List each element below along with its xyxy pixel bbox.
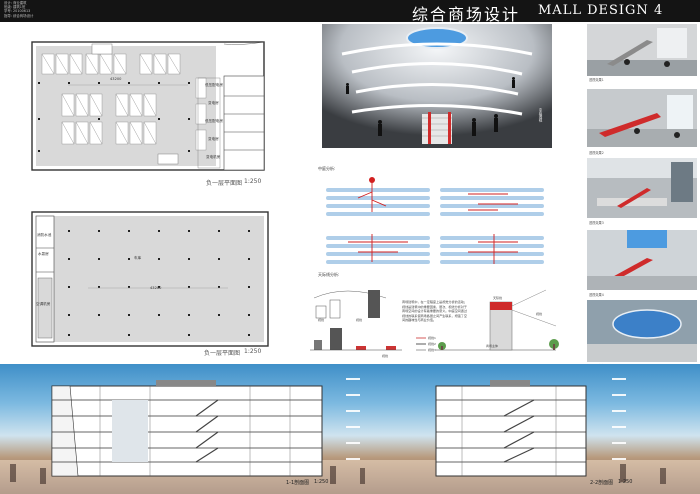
plan-b1-scale: 1:250 [244,178,262,185]
legend-item: 视线3 [428,348,436,352]
info-line: 指导: 综合商场设计 [4,13,34,18]
perspective-thumb-3 [587,158,697,218]
entrance-thumb [587,300,697,362]
sub-label: 视线 [318,318,325,322]
thumb-image [587,89,697,147]
atrium-render-image [322,24,552,148]
info-line: 学号: 20100613 [4,9,31,14]
room-label: 低压配电房 [205,83,223,87]
sightline-paragraph: 商场建筑中，在一定程度上是视觉分析的活动；视线是建筑中的重要因素，层次、视线分析… [402,300,467,323]
room-label: 变电房 [208,137,219,141]
room-label: 车库 [134,256,142,260]
thumb-label: 透视效果4 [589,293,604,297]
plan-b2-scale: 1:250 [244,348,262,355]
bar-label: 商场主体 [486,344,499,348]
sub-label: 视线 [536,312,543,316]
title-chinese: 综合商场设计 [412,5,521,24]
perspective-thumb-4 [587,230,697,290]
room-label: 水泵房 [38,252,49,256]
project-info: 设计: 商业建筑 班级: 建筑1班 学号: 20100613 指导: 综合商场设… [4,1,33,18]
room-label: 空调机房 [36,302,51,306]
dimension-label: 43200 [110,77,122,81]
plan-b1-title: 负一层平面图 [206,180,243,187]
room-label: 低压配电房 [205,119,223,123]
plan-b1-drawing [31,41,265,171]
bar-label: 天际线 [493,296,503,300]
section-right-scale: 1:250 [618,479,633,485]
thumb-label: 透视效果2 [589,151,604,155]
title-english: MALL DESIGN 4 [538,3,664,18]
atrium-render [322,24,552,148]
perspective-thumb-2 [587,89,697,147]
room-label: 消防水池 [37,233,52,237]
section-left-title: 1-1剖面图 [286,480,310,486]
thumb-image [587,230,697,290]
sections-band [0,364,700,494]
plan-b2-title: 负一层平面图 [204,350,241,357]
plan-b2-drawing [31,211,269,347]
room-label: 变电机房 [206,155,221,159]
thumb-label: 透视效果1 [589,78,604,82]
thumb-image [587,24,697,76]
room-label: 变电房 [208,101,219,105]
thumb-image [587,300,697,362]
section-right-title: 2-2剖面图 [590,480,614,486]
perspective-thumb-1 [587,24,697,76]
legend-item: 视线2 [428,342,436,346]
section-left-scale: 1:250 [314,479,329,485]
dimension-label: 43200 [150,286,162,290]
legend-item: 视线1 [428,336,436,340]
atrium-analysis-diagrams [326,177,544,264]
sub-label: 视线 [356,318,363,322]
sections-drawing [0,378,700,494]
thumb-image [587,158,697,218]
render-caption: 中庭透视 [539,108,543,122]
sub-label: 视线 [382,354,389,358]
thumb-label: 透视效果3 [589,221,604,225]
